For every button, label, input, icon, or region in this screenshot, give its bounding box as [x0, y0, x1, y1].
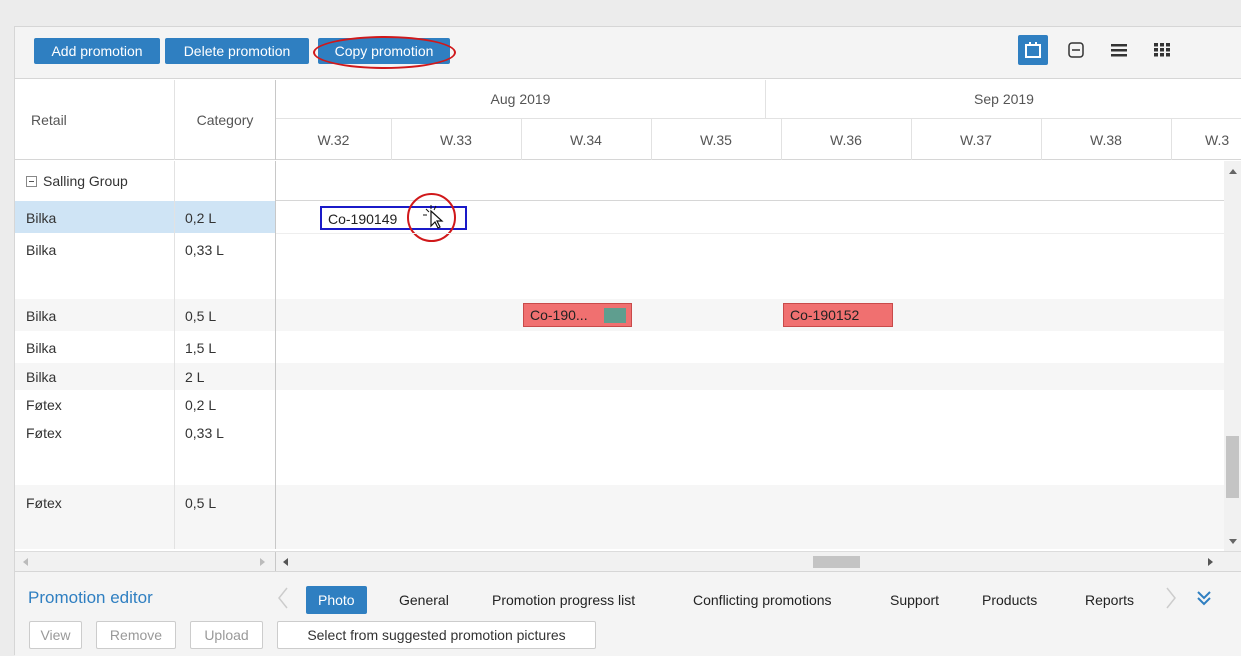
promotion-planner: Add promotion Delete promotion Copy prom… — [14, 26, 1241, 656]
collapse-icon[interactable] — [26, 176, 37, 187]
tab-support[interactable]: Support — [890, 586, 939, 614]
scroll-down-icon[interactable] — [1229, 539, 1237, 544]
scroll-right-icon[interactable] — [1208, 558, 1213, 566]
promotion-editor-bar: Promotion editor Photo General Promotion… — [15, 571, 1241, 621]
scroll-up-icon[interactable] — [1229, 169, 1237, 174]
grid-body: Salling Group Bilka 0,2 L Bilka 0,33 L B… — [15, 161, 1241, 549]
scroll-thumb[interactable] — [813, 556, 860, 568]
scroll-right-icon[interactable] — [260, 558, 265, 566]
week-header: W.3 — [1205, 131, 1230, 148]
cell-category: 0,5 L — [185, 495, 217, 511]
cell-category: 0,5 L — [185, 308, 217, 324]
cell-category: 2 L — [185, 369, 205, 385]
column-header-retail[interactable]: Retail — [15, 80, 174, 160]
collapse-view-icon[interactable] — [1061, 35, 1091, 65]
cell-retail: Føtex — [26, 425, 62, 441]
tab-reports[interactable]: Reports — [1085, 586, 1134, 614]
table-row[interactable]: Føtex 0,5 L — [15, 485, 1225, 549]
table-row[interactable]: Bilka 1,5 L — [15, 331, 1225, 363]
cell-retail: Bilka — [15, 201, 174, 233]
week-header: W.37 — [960, 131, 992, 148]
scroll-left-icon[interactable] — [283, 558, 288, 566]
double-chevron-down-icon[interactable] — [1196, 590, 1212, 606]
table-row[interactable]: Bilka 0,33 L — [15, 233, 1225, 299]
promotion-bar-conflict[interactable]: Co-190152 — [783, 303, 893, 327]
cell-category: 1,5 L — [185, 340, 217, 356]
week-header: W.38 — [1090, 131, 1122, 148]
promotion-label: Co-190152 — [790, 307, 860, 323]
scroll-left-icon[interactable] — [23, 558, 28, 566]
grid-header: Retail Category Aug 2019 Sep 2019 W.32 W… — [15, 80, 1241, 160]
tab-conflicting-promotions[interactable]: Conflicting promotions — [693, 586, 832, 614]
vertical-scrollbar[interactable] — [1224, 161, 1241, 551]
cell-retail: Føtex — [26, 495, 62, 511]
toolbar: Add promotion Delete promotion Copy prom… — [15, 27, 1241, 79]
group-row[interactable]: Salling Group — [15, 161, 1241, 201]
promotion-label: Co-190... — [530, 307, 588, 323]
upload-button[interactable]: Upload — [190, 621, 263, 649]
chevron-left-icon[interactable] — [277, 587, 289, 609]
cell-retail: Bilka — [26, 369, 57, 385]
select-suggested-pictures-button[interactable]: Select from suggested promotion pictures — [277, 621, 596, 649]
table-row[interactable]: Føtex 0,2 L — [15, 390, 1225, 419]
tab-promotion-progress-list[interactable]: Promotion progress list — [492, 586, 635, 614]
grid-view-icon[interactable] — [1147, 35, 1177, 65]
month-header-aug: Aug 2019 — [490, 91, 551, 107]
table-row[interactable]: Bilka 0,2 L — [15, 201, 1225, 233]
week-header: W.36 — [830, 131, 862, 148]
cursor-icon — [423, 205, 444, 229]
cell-retail: Bilka — [26, 308, 57, 324]
list-view-icon[interactable] — [1104, 35, 1134, 65]
week-header: W.34 — [570, 131, 602, 148]
chevron-right-icon[interactable] — [1165, 587, 1177, 609]
week-header: W.35 — [700, 131, 732, 148]
cell-category: 0,33 L — [185, 425, 224, 441]
photo-actions: View Remove Upload Select from suggested… — [15, 621, 1241, 656]
month-header-sep: Sep 2019 — [974, 91, 1034, 107]
promotion-bar-conflict[interactable]: Co-190... — [523, 303, 632, 327]
horizontal-scrollbar[interactable] — [15, 551, 1241, 572]
cell-retail: Føtex — [26, 397, 62, 413]
tab-products[interactable]: Products — [982, 586, 1037, 614]
view-button[interactable]: View — [29, 621, 82, 649]
week-header: W.33 — [440, 131, 472, 148]
cell-retail: Bilka — [26, 340, 57, 356]
copy-promotion-button[interactable]: Copy promotion — [318, 38, 450, 64]
cell-category: 0,33 L — [185, 242, 224, 258]
promotion-label: Co-190149 — [328, 211, 398, 227]
table-row[interactable]: Føtex 0,33 L — [15, 419, 1225, 485]
cell-category: 0,2 L — [174, 201, 275, 233]
status-swatch — [604, 308, 626, 323]
column-header-category[interactable]: Category — [174, 80, 276, 160]
week-header: W.32 — [317, 131, 350, 148]
calendar-view-icon[interactable] — [1018, 35, 1048, 65]
cell-category: 0,2 L — [185, 397, 217, 413]
scroll-thumb[interactable] — [1226, 436, 1239, 498]
tab-photo[interactable]: Photo — [306, 586, 367, 614]
remove-button[interactable]: Remove — [96, 621, 176, 649]
add-promotion-button[interactable]: Add promotion — [34, 38, 160, 64]
delete-promotion-button[interactable]: Delete promotion — [165, 38, 309, 64]
editor-title: Promotion editor — [28, 588, 153, 607]
group-label: Salling Group — [43, 173, 128, 189]
tab-general[interactable]: General — [399, 586, 449, 614]
cell-retail: Bilka — [26, 242, 57, 258]
table-row[interactable]: Bilka 2 L — [15, 363, 1225, 390]
